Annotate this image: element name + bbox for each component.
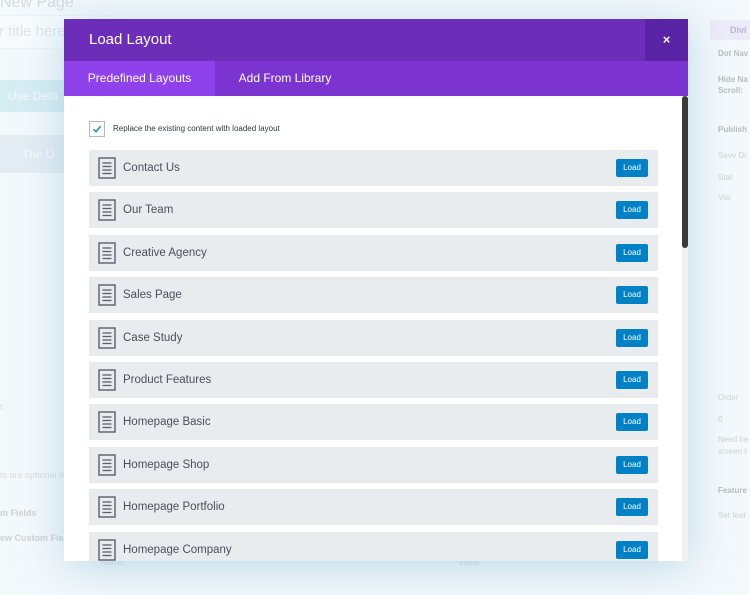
layout-item-label: Our Team	[123, 204, 174, 217]
layout-item[interactable]: Our Team Load	[89, 192, 658, 229]
close-icon: ×	[662, 32, 671, 47]
bg-sidebar-text: Stat	[718, 173, 733, 182]
layout-item-label: Homepage Shop	[123, 458, 210, 471]
document-icon	[98, 496, 116, 518]
layout-list: Contact Us Load Our Team Load Creative Agenc…	[89, 150, 658, 561]
document-icon	[98, 199, 116, 222]
bg-sidebar-text: 0	[718, 415, 723, 424]
document-icon	[98, 538, 116, 561]
document-icon	[98, 284, 116, 306]
document-icon	[98, 326, 116, 349]
layout-item-label: Product Features	[123, 373, 212, 386]
layout-item-label: Homepage Company	[123, 543, 232, 556]
bg-sidebar-text: Need he	[718, 435, 749, 444]
load-button[interactable]: Load	[616, 243, 648, 262]
tab-predefined-layouts[interactable]: Predefined Layouts	[64, 61, 215, 96]
checkmark-icon	[92, 125, 102, 133]
bg-sidebar-text: Feature	[718, 486, 747, 495]
replace-content-label: Replace the existing content with loaded…	[113, 124, 280, 133]
bg-text: t:	[0, 402, 6, 412]
bg-add-custom-field: ew Custom Field	[0, 533, 72, 543]
document-icon	[98, 369, 116, 391]
load-button[interactable]: Load	[616, 413, 648, 432]
bg-sidebar-text: Order	[718, 393, 739, 402]
layout-item-label: Creative Agency	[123, 246, 207, 259]
layout-item[interactable]: Homepage Portfolio Load	[89, 489, 658, 526]
bg-sidebar-text: Dot Nav	[718, 49, 749, 58]
bg-sidebar-text: Hide Na	[718, 75, 748, 84]
layout-item-label: Sales Page	[123, 289, 182, 302]
modal-body: Replace the existing content with loaded…	[64, 96, 688, 561]
layout-item-label: Contact Us	[123, 162, 180, 174]
layout-item[interactable]: Homepage Shop Load	[89, 446, 658, 483]
bg-page-title: New Page	[0, 0, 74, 11]
document-icon	[98, 411, 116, 434]
modal-tabs: Predefined Layouts Add From Library	[64, 61, 688, 96]
document-icon	[98, 157, 116, 179]
tab-add-from-library[interactable]: Add From Library	[215, 61, 355, 96]
bg-sidebar-text: Scroll:	[718, 86, 743, 95]
editor-sidebar: Divi Dot Nav Hide Na Scroll: Publish Sav…	[700, 0, 750, 595]
bg-sidebar-text: Set feat	[718, 511, 746, 520]
layout-item[interactable]: Homepage Basic Load	[89, 404, 658, 441]
bg-custom-fields-heading: m Fields	[0, 508, 37, 518]
load-button[interactable]: Load	[616, 540, 648, 559]
layout-item-label: Homepage Portfolio	[123, 501, 225, 514]
close-button[interactable]: ×	[645, 19, 688, 61]
document-icon	[98, 242, 116, 264]
layout-item[interactable]: Case Study Load	[89, 319, 658, 356]
load-button[interactable]: Load	[616, 201, 648, 220]
bg-sidebar-header: Divi	[710, 20, 750, 40]
bg-text: ts are optional m	[0, 470, 67, 480]
load-button[interactable]: Load	[616, 455, 648, 474]
bg-builder-button: The D	[0, 135, 70, 173]
load-button[interactable]: Load	[616, 370, 648, 389]
bg-sidebar-text: Save Dr	[718, 151, 747, 160]
scrollbar[interactable]	[682, 96, 688, 561]
load-layout-modal: Load Layout × Predefined Layouts Add Fro…	[64, 19, 688, 561]
modal-header: Load Layout ×	[64, 19, 688, 61]
load-button[interactable]: Load	[616, 286, 648, 305]
layout-item-label: Homepage Basic	[123, 416, 211, 429]
layout-item-label: Case Study	[123, 331, 183, 344]
bg-sidebar-text: Publish	[718, 125, 747, 134]
layout-item[interactable]: Creative Agency Load	[89, 234, 658, 271]
load-button[interactable]: Load	[616, 498, 648, 517]
layout-item[interactable]: Sales Page Load	[89, 277, 658, 314]
layout-item[interactable]: Homepage Company Load	[89, 531, 658, 561]
scrollbar-thumb[interactable]	[682, 96, 688, 248]
modal-title: Load Layout	[89, 31, 172, 48]
load-button[interactable]: Load	[616, 328, 648, 347]
replace-content-checkbox[interactable]	[89, 121, 105, 137]
layout-item[interactable]: Product Features Load	[89, 361, 658, 398]
document-icon	[98, 454, 116, 476]
bg-use-default-button: Use Defa	[0, 80, 70, 112]
layout-item[interactable]: Contact Us Load	[89, 150, 658, 186]
bg-sidebar-text: screen t	[718, 447, 747, 456]
bg-sidebar-text: Visi	[718, 193, 731, 202]
load-button[interactable]: Load	[616, 159, 648, 177]
